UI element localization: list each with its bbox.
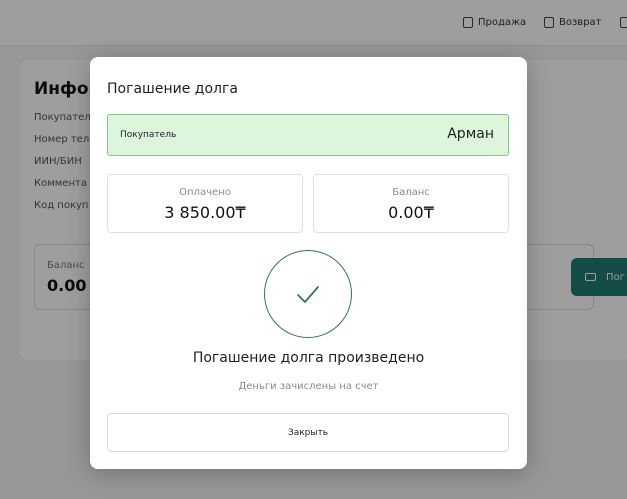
- balance-box-modal: Баланс 0.00₸: [313, 174, 509, 233]
- modal-balance-label: Баланс: [392, 187, 430, 198]
- paid-box: Оплачено 3 850.00₸: [107, 174, 303, 233]
- debt-repayment-modal: Погашение долга Покупатель Арман Оплачен…: [90, 57, 527, 469]
- paid-label: Оплачено: [179, 187, 231, 198]
- close-button[interactable]: Закрыть: [107, 413, 509, 452]
- success-title: Погашение долга произведено: [192, 350, 425, 366]
- modal-title: Погашение долга: [107, 81, 238, 97]
- modal-balance-value: 0.00₸: [388, 203, 434, 222]
- paid-value: 3 850.00₸: [164, 203, 246, 222]
- buyer-row: Покупатель Арман: [107, 114, 509, 156]
- success-check-icon: [264, 250, 352, 338]
- close-button-label: Закрыть: [287, 427, 329, 438]
- buyer-value: Арман: [447, 126, 494, 142]
- success-subtitle: Деньги зачислены на счет: [238, 381, 379, 392]
- checkmark-icon: [297, 286, 319, 303]
- buyer-label: Покупатель: [120, 130, 177, 140]
